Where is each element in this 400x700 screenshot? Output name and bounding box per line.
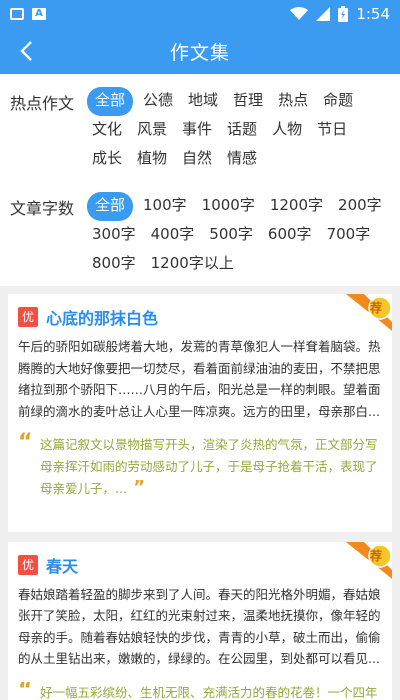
topic-filter-label: 热点作文: [10, 94, 75, 113]
back-button[interactable]: [8, 32, 44, 70]
topic-filter-chip[interactable]: 人物: [267, 116, 307, 145]
topic-filter-chip[interactable]: 情感: [222, 145, 262, 174]
topic-filter-chip[interactable]: 命题: [318, 87, 358, 116]
length-filter-chip[interactable]: 600字: [263, 221, 317, 250]
excellent-badge: 优: [18, 307, 38, 327]
length-chip-list: 全部 100字 1000字 1200字 200字 300字 400字 500字 600字 700字…: [87, 192, 392, 279]
article-card[interactable]: 荐 优 心底的那抹白色 午后的骄阳如碳般烤着大地，发蔫的青草像犯人一样耷着脑袋。…: [8, 294, 392, 532]
status-bar: A 1:54: [0, 0, 400, 28]
topic-filter-chip[interactable]: 文化: [87, 116, 127, 145]
recommend-label: 荐: [369, 301, 382, 315]
length-filter-chip[interactable]: 200字: [333, 192, 387, 221]
battery-charging-icon: [338, 6, 349, 22]
length-filter-chip[interactable]: 1000字: [197, 192, 260, 221]
length-filter-chip[interactable]: 1200字: [265, 192, 328, 221]
quote-close-icon: ”: [126, 477, 146, 498]
topic-filter-chip[interactable]: 地域: [183, 87, 223, 116]
app-header: 作文集: [0, 28, 400, 74]
chevron-left-icon: [20, 41, 32, 61]
topic-filter-chip[interactable]: 公德: [138, 87, 178, 116]
topic-filter-chip[interactable]: 事件: [177, 116, 217, 145]
recommend-label: 荐: [369, 548, 382, 563]
topic-filter-chip[interactable]: 植物: [132, 145, 172, 174]
status-time: 1:54: [356, 5, 390, 23]
length-filter-label: 文章字数: [10, 199, 75, 218]
signal-icon: [316, 7, 331, 21]
length-filter-chip[interactable]: 全部: [87, 192, 134, 221]
quote-open-icon: “: [18, 430, 33, 455]
length-filter-chip[interactable]: 800字: [87, 250, 141, 279]
topic-filter-chip[interactable]: 风景: [132, 116, 172, 145]
length-filter-chip[interactable]: 300字: [87, 221, 141, 250]
article-title[interactable]: 春天: [46, 553, 78, 577]
topic-filter-chip[interactable]: 自然: [177, 145, 217, 174]
topic-filter-chip[interactable]: 全部: [87, 87, 134, 116]
filter-panel: 热点作文 全部 公德 地域 哲理 热点 命题 文化 风景 事件 话题 人物 节日 成长 植物 自然 情感 文章…: [0, 74, 400, 286]
a-icon: A: [32, 8, 46, 20]
topic-filter-chip[interactable]: 成长: [87, 145, 127, 174]
quote-open-icon: “: [18, 681, 33, 700]
article-excerpt: 春姑娘踏着轻盈的脚步来到了人间。春天的阳光格外明媚，春姑娘张开了笑脸，太阳，红红…: [18, 586, 381, 667]
length-filter-chip[interactable]: 500字: [204, 221, 258, 250]
article-comment: “ 好一幅五彩缤纷、生机无限、充满活力的春的花卷！一个四年: [18, 682, 382, 700]
topic-filter-chip[interactable]: 哲理: [228, 87, 268, 116]
article-excerpt: 午后的骄阳如碳般烤着大地，发蔫的青草像犯人一样耷着脑袋。热腾腾的大地好像要把一切…: [18, 339, 381, 419]
topic-filter-chip[interactable]: 话题: [222, 116, 262, 145]
article-card[interactable]: 荐 优 春天 春姑娘踏着轻盈的脚步来到了人间。春天的阳光格外明媚，春姑娘张开了笑…: [8, 541, 392, 700]
length-filter-chip[interactable]: 400字: [146, 221, 200, 250]
article-list[interactable]: 荐 优 心底的那抹白色 午后的骄阳如碳般烤着大地，发蔫的青草像犯人一样耷着脑袋。…: [8, 294, 392, 700]
length-filter-chip[interactable]: 1200字以上: [146, 250, 239, 279]
wifi-icon: [290, 7, 309, 20]
length-filter-chip[interactable]: 100字: [138, 192, 192, 221]
excellent-badge: 优: [18, 554, 38, 575]
article-comment-text: 好一幅五彩缤纷、生机无限、充满活力的春的花卷！一个四年: [40, 684, 378, 700]
article-comment: “ 这篇记叙文以景物描写开头，渲染了炎热的气氛，正文部分写母亲挥汗如雨的劳动感动了…: [18, 430, 382, 500]
topic-filter-chip[interactable]: 热点: [273, 87, 313, 116]
topic-filter-chip[interactable]: 节日: [312, 116, 352, 145]
length-filter-chip[interactable]: 700字: [322, 221, 376, 250]
article-comment-text: 这篇记叙文以景物描写开头，渲染了炎热的气氛，正文部分写母亲挥汗如雨的劳动感动了儿…: [40, 437, 378, 496]
image-icon: [10, 8, 24, 20]
page-title: 作文集: [169, 41, 230, 64]
article-title[interactable]: 心底的那抹白色: [46, 305, 158, 329]
topic-chip-list: 全部 公德 地域 哲理 热点 命题文化 风景 事件 话题 人物 节日成长 植物 自然 情感: [87, 87, 392, 174]
